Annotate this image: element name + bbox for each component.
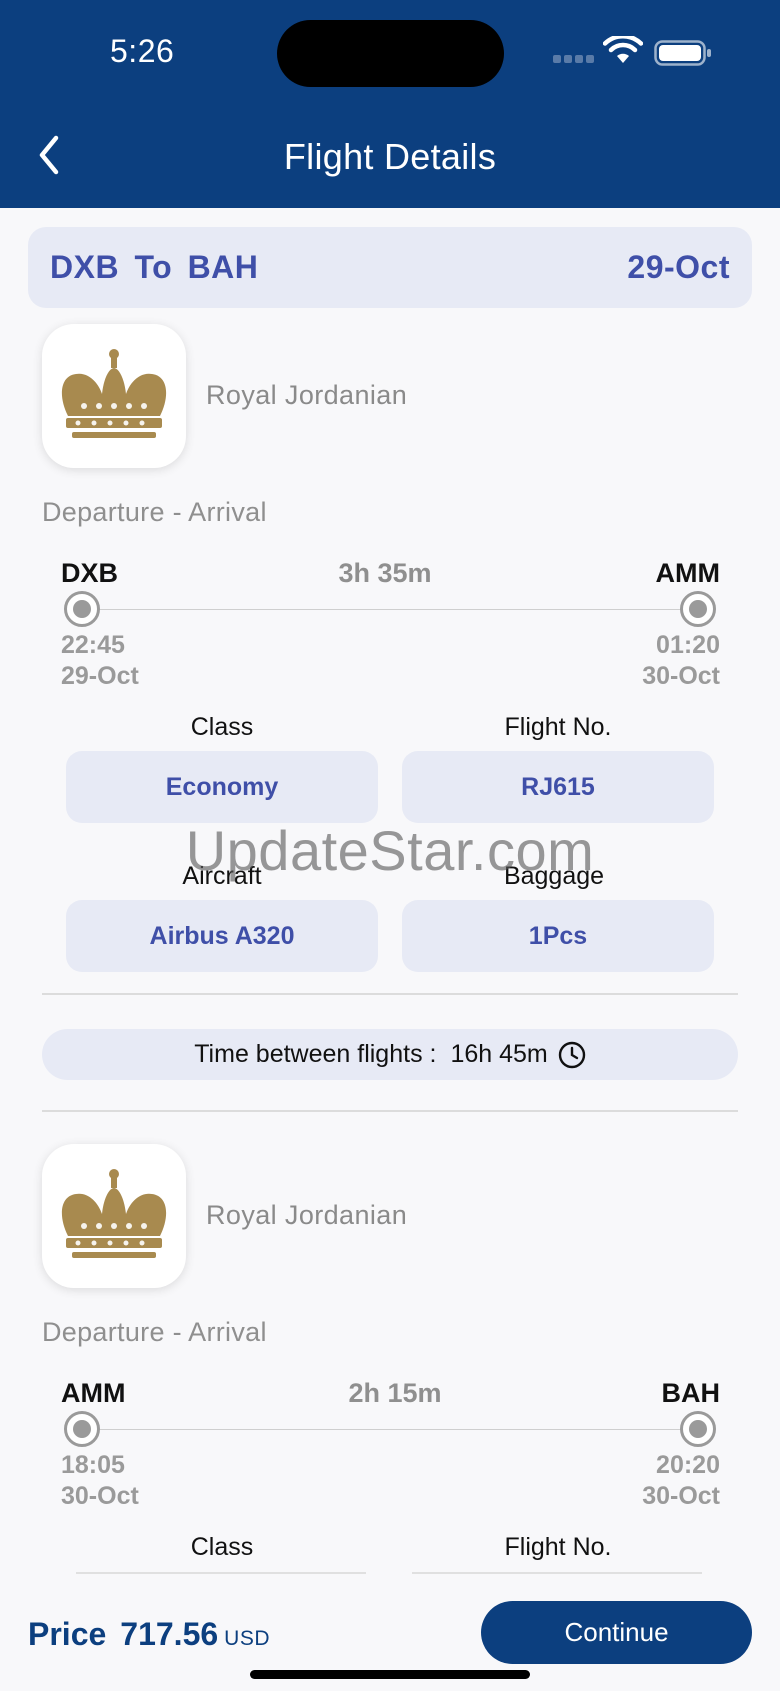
scroll-fade-edge [412,1572,702,1574]
arrival-code: BAH [661,1378,721,1408]
watermark: UpdateStar.com [185,819,595,882]
dynamic-island [277,20,504,87]
page-title: Flight Details [283,136,497,177]
crown-logo-icon [61,1169,167,1258]
arrival-time-block: 20:20 30-Oct [642,1450,720,1512]
layover-value: 16h 45m [450,1040,548,1068]
departure-date: 29-Oct [61,662,139,690]
arrival-code: AMM [655,558,720,588]
departure-time: 18:05 [61,1451,125,1479]
departure-time-block: 18:05 30-Oct [61,1450,139,1512]
layover-label: Time between flights : [194,1040,437,1068]
departure-code: AMM [61,1378,126,1408]
airline-name: Royal Jordanian [206,1200,408,1230]
price-amount: 717.56 [120,1616,219,1652]
section-label: Departure - Arrival [42,1317,267,1347]
wifi-icon [603,36,643,63]
departure-time: 22:45 [61,631,125,659]
class-label: Class [190,1533,254,1561]
route-line [82,609,698,610]
departure-date: 30-Oct [61,1482,139,1510]
flight-duration: 3h 35m [338,558,432,588]
class-value: Economy [66,751,378,823]
flight-duration: 2h 15m [348,1378,442,1408]
departure-time-block: 22:45 29-Oct [61,630,139,692]
divider [42,1110,738,1112]
layover-banner: Time between flights : 16h 45m [42,1029,738,1080]
cellular-signal-icon [553,55,595,63]
battery-icon [654,40,711,66]
status-time: 5:26 [110,33,175,69]
divider [42,993,738,995]
route-banner: DXB To BAH 29-Oct [28,227,752,308]
price-display: Price 717.56 USD [28,1616,270,1653]
route-line [82,1429,698,1430]
departure-dot-icon [64,1411,100,1447]
baggage-value: 1Pcs [402,900,714,972]
arrival-date: 30-Oct [642,1482,720,1510]
arrival-time-block: 01:20 30-Oct [642,630,720,692]
clock-icon [558,1041,585,1068]
flight-no-label: Flight No. [504,713,612,741]
arrival-time: 20:20 [656,1451,720,1479]
continue-button[interactable]: Continue [481,1601,752,1664]
route-text: DXB To BAH [50,249,259,285]
departure-code: DXB [61,558,119,588]
home-indicator[interactable] [250,1670,530,1679]
section-label: Departure - Arrival [42,497,267,527]
arrival-dot-icon [680,591,716,627]
departure-dot-icon [64,591,100,627]
route-date: 29-Oct [627,249,730,285]
arrival-time: 01:20 [656,631,720,659]
app-header: 5:26 Flight Details [0,0,780,208]
flight-no-value: RJ615 [402,751,714,823]
aircraft-value: Airbus A320 [66,900,378,972]
airline-name: Royal Jordanian [206,380,408,410]
price-currency: USD [224,1627,270,1650]
class-label: Class [190,713,254,741]
scroll-fade-edge [76,1572,366,1574]
airline-logo [42,1144,186,1288]
flight-no-label: Flight No. [504,1533,612,1561]
price-label: Price [28,1616,107,1652]
arrival-dot-icon [680,1411,716,1447]
arrival-date: 30-Oct [642,662,720,690]
crown-logo-icon [61,349,167,438]
airline-logo [42,324,186,468]
